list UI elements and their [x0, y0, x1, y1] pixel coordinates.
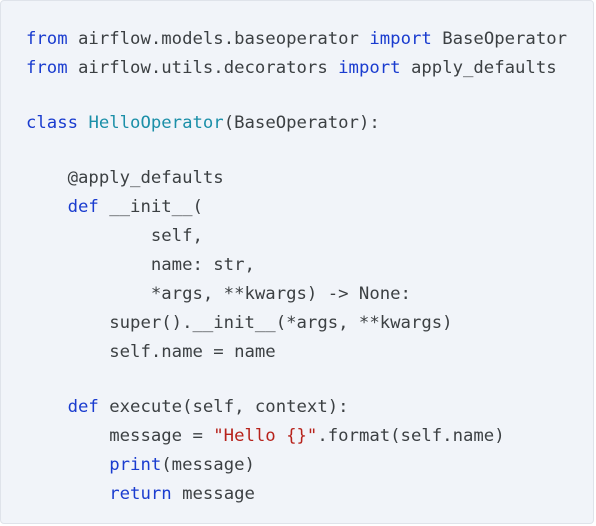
code-line: print(message) — [26, 451, 593, 480]
code-token: message — [171, 484, 255, 504]
code-line: name: str, — [26, 251, 593, 280]
code-line: message = "Hello {}".format(self.name) — [26, 422, 593, 451]
code-line: def __init__( — [26, 193, 593, 222]
code-token: self.name = name — [26, 342, 276, 362]
code-token: airflow.models.baseoperator — [67, 29, 370, 49]
code-line: self.name = name — [26, 338, 593, 367]
code-token: def — [67, 397, 99, 417]
code-token: HelloOperator — [88, 113, 224, 133]
code-line: super().__init__(*args, **kwargs) — [26, 309, 593, 338]
code-token: (BaseOperator): — [223, 113, 380, 133]
code-token: "Hello {}" — [213, 426, 318, 446]
code-token: apply_defaults — [400, 58, 557, 78]
code-block: from airflow.models.baseoperator import … — [0, 0, 594, 524]
code-token: return — [109, 484, 172, 504]
code-line: *args, **kwargs) -> None: — [26, 280, 593, 309]
code-token: (message) — [161, 455, 255, 475]
code-token: from — [26, 58, 68, 78]
code-token: def — [67, 197, 99, 217]
code-line: def execute(self, context): — [26, 393, 593, 422]
code-token: super().__init__(*args, **kwargs) — [26, 313, 453, 333]
code-token: print — [109, 455, 162, 475]
code-token: class — [26, 113, 79, 133]
code-token: @apply_defaults — [26, 168, 224, 188]
code-token: import — [338, 58, 401, 78]
code-token: .format(self.name) — [317, 426, 505, 446]
code-line: self, — [26, 222, 593, 251]
code-token: airflow.utils.decorators — [67, 58, 339, 78]
code-line: @apply_defaults — [26, 164, 593, 193]
code-token: import — [369, 29, 432, 49]
code-line: class HelloOperator(BaseOperator): — [26, 109, 593, 138]
code-token: __init__( — [98, 197, 203, 217]
code-token: *args, **kwargs) -> None: — [26, 284, 411, 304]
code-line: return message — [26, 480, 593, 509]
code-token: execute(self, context): — [98, 397, 349, 417]
code-token: name: str, — [26, 255, 255, 275]
code-token: message = — [26, 426, 214, 446]
code-line: from airflow.utils.decorators import app… — [26, 54, 593, 83]
code-token: BaseOperator — [431, 29, 568, 49]
code-token: self, — [26, 226, 203, 246]
code-token: from — [26, 29, 68, 49]
code-line: from airflow.models.baseoperator import … — [26, 25, 593, 54]
